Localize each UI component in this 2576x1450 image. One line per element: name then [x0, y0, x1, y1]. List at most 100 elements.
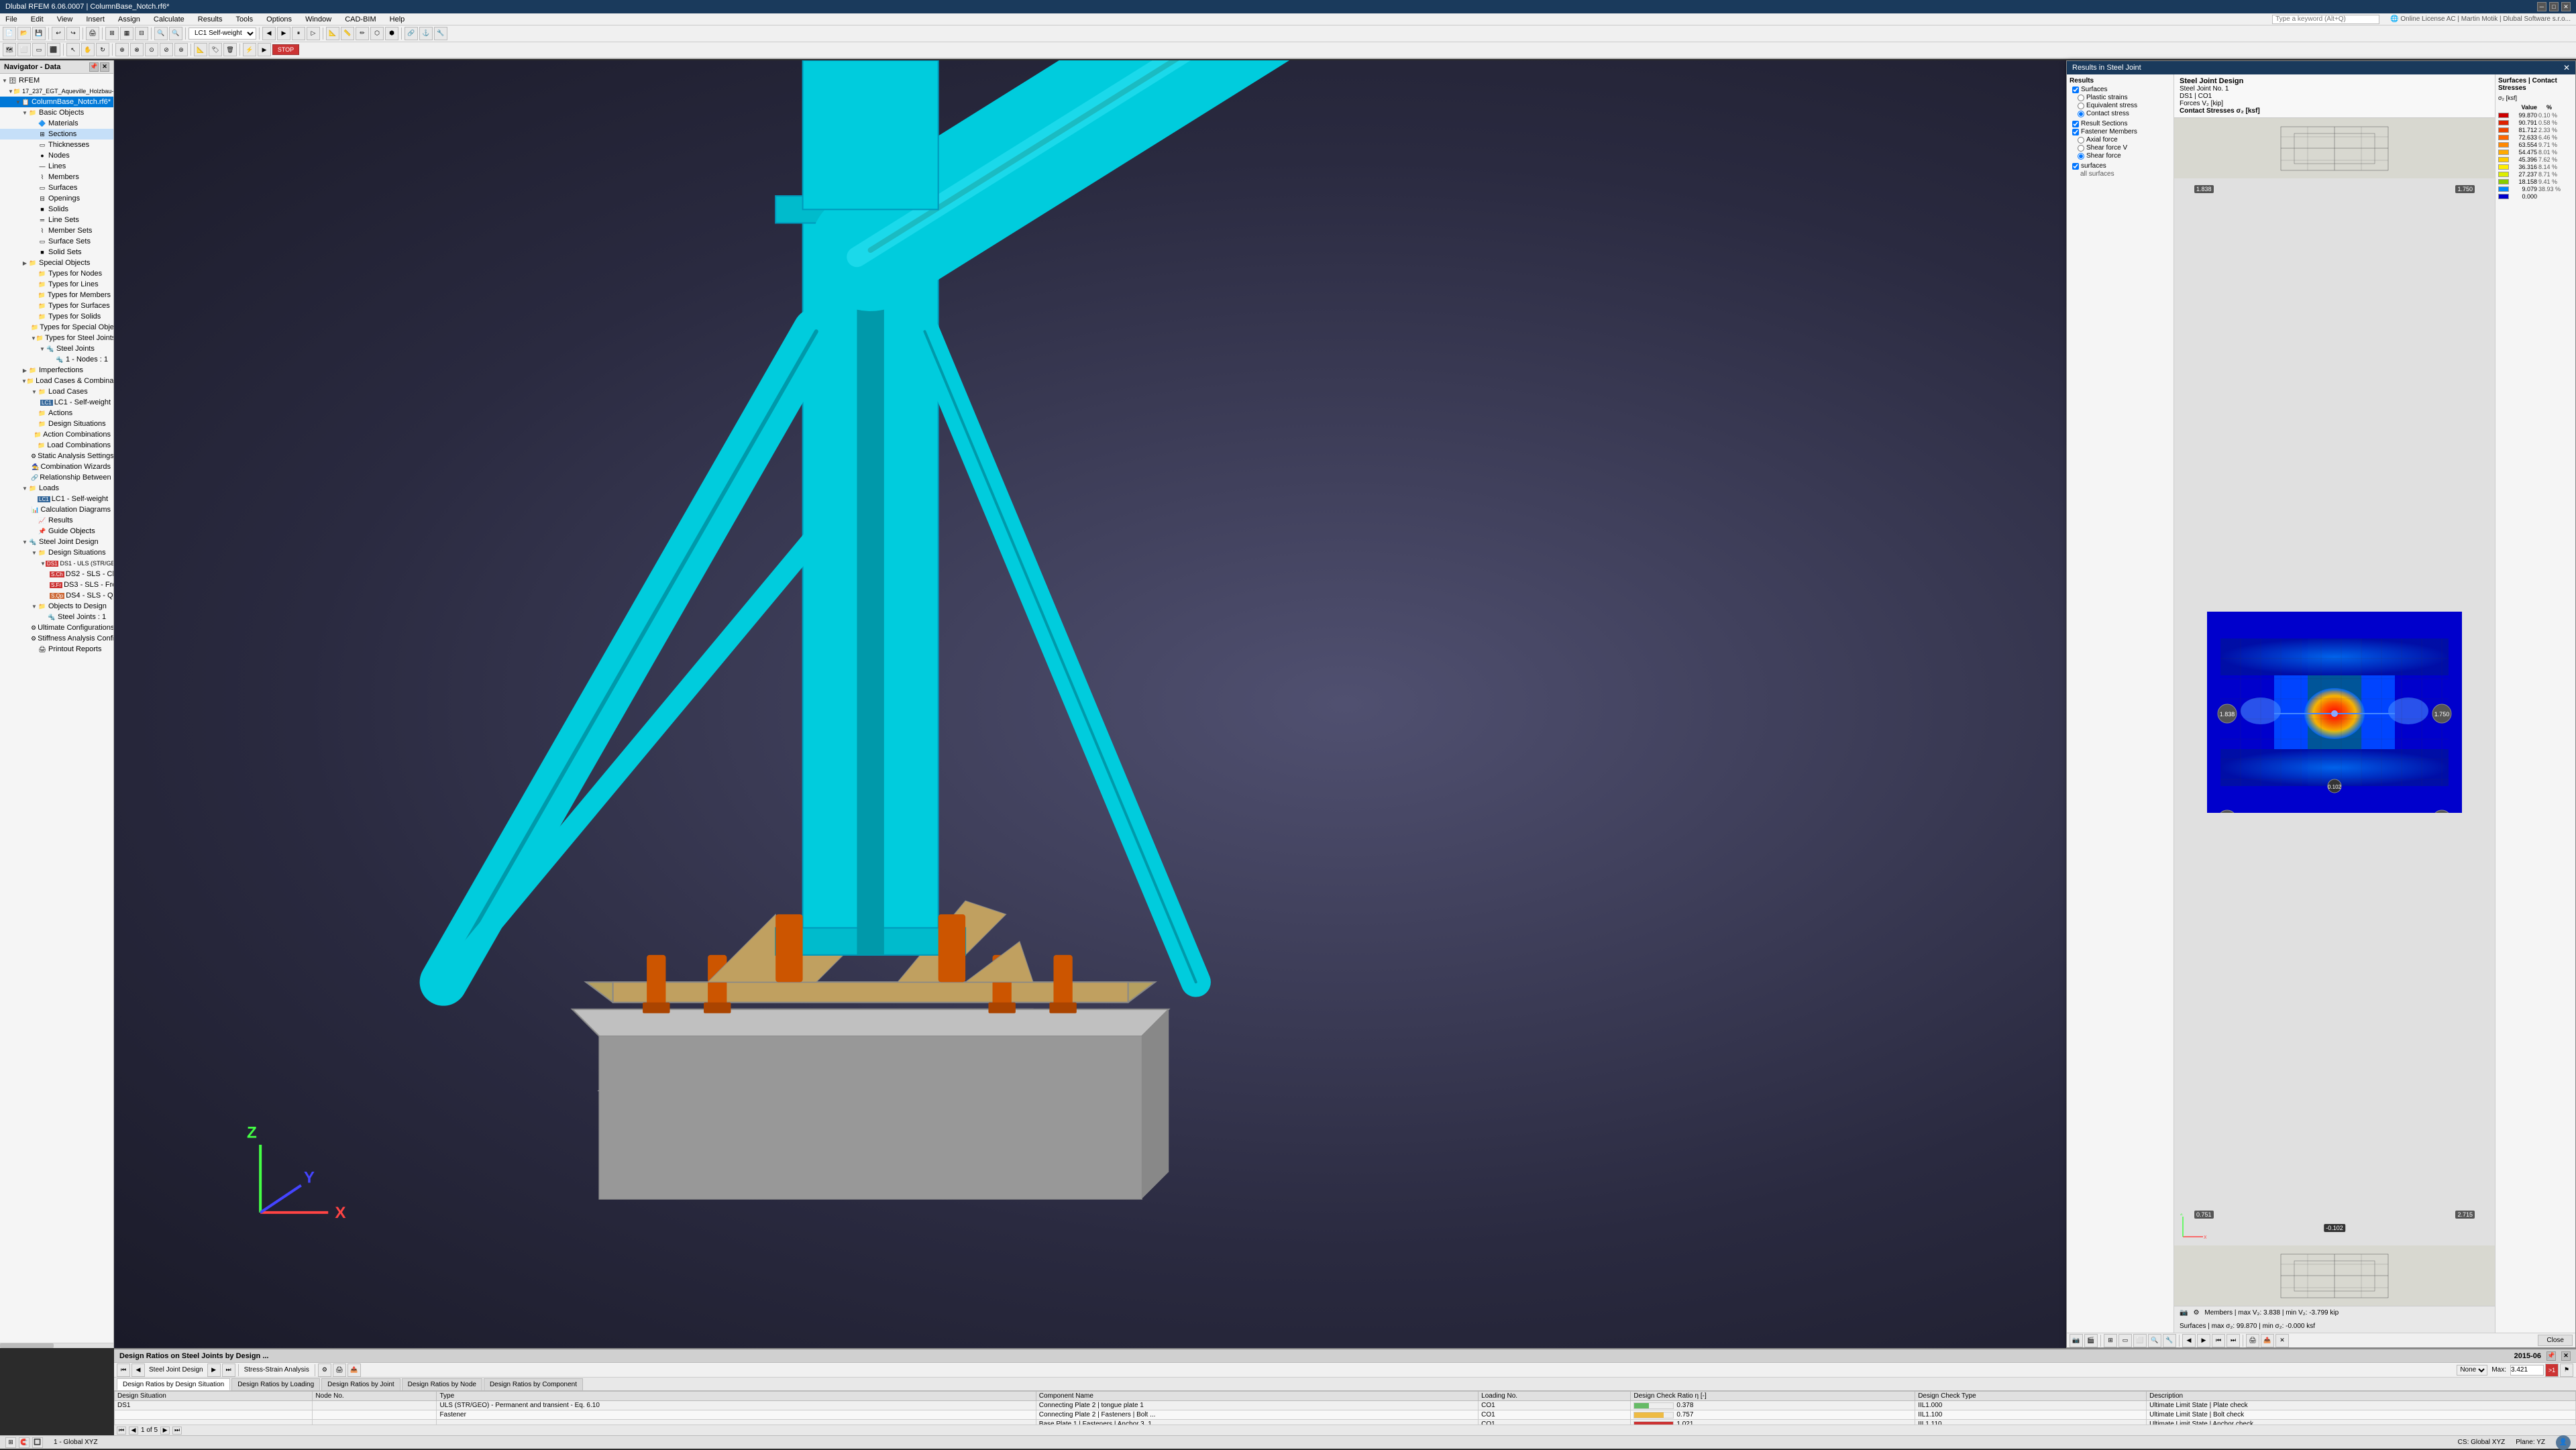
- expand-objects-design[interactable]: ▼: [31, 604, 38, 610]
- table-row[interactable]: Base Plate 1 | Fasteners | Anchor 3, 1 C…: [115, 1420, 2576, 1425]
- tree-item-membersets[interactable]: ⌇ Member Sets: [0, 225, 113, 236]
- tab-design-situation[interactable]: Design Ratios by Design Situation: [117, 1378, 230, 1390]
- tree-item-sections[interactable]: ⊞ Sections: [0, 129, 113, 140]
- tree-item-static-settings[interactable]: ⚙ Static Analysis Settings: [0, 451, 113, 461]
- result-surfaces-checkbox[interactable]: [2072, 163, 2079, 170]
- menu-edit[interactable]: Edit: [28, 15, 46, 23]
- view3d-button[interactable]: 🗺: [3, 43, 16, 56]
- tree-item-sqp[interactable]: S.Qp DS4 - SLS - Quasi permanent: [0, 590, 113, 601]
- tree-item-steel-joints-1[interactable]: 🔩 Steel Joints : 1: [0, 612, 113, 622]
- surfaces-checkbox-item[interactable]: Surfaces: [2070, 86, 2171, 93]
- max-value-input[interactable]: [2510, 1365, 2544, 1376]
- tb-btn-i[interactable]: ⬢: [385, 27, 398, 40]
- tab-joint[interactable]: Design Ratios by Joint: [321, 1378, 400, 1390]
- expand-rfem[interactable]: ▼: [1, 78, 8, 84]
- dialog-tb-2[interactable]: 🎬: [2084, 1334, 2098, 1347]
- rotate-button[interactable]: ↻: [96, 43, 109, 56]
- tree-item-nodes[interactable]: ● Nodes: [0, 150, 113, 161]
- new-button[interactable]: 📄: [3, 27, 16, 40]
- tree-item-combo-wizards[interactable]: 🧙 Combination Wizards: [0, 461, 113, 472]
- save-button[interactable]: 💾: [32, 27, 46, 40]
- tab-loading[interactable]: Design Ratios by Loading: [231, 1378, 320, 1390]
- view-btn-3[interactable]: ⊟: [135, 27, 148, 40]
- minimize-button[interactable]: ─: [2537, 2, 2546, 11]
- tree-item-load-cases[interactable]: ▼ 📁 Load Cases: [0, 386, 113, 397]
- tb-btn-b[interactable]: ▶: [277, 27, 290, 40]
- bottom-export-btn[interactable]: 📤: [347, 1363, 361, 1377]
- tree-item-types-steel[interactable]: ▼ 📁 Types for Steel Joints: [0, 333, 113, 343]
- navigator-controls[interactable]: 📌 ✕: [89, 62, 109, 72]
- expand-imperfections[interactable]: ▶: [21, 368, 28, 374]
- snap-btn-1[interactable]: ⊕: [115, 43, 129, 56]
- tree-item-results[interactable]: 📈 Results: [0, 515, 113, 526]
- camera-button[interactable]: 📷: [2180, 1309, 2188, 1317]
- tree-item-types-members[interactable]: 📁 Types for Members: [0, 290, 113, 300]
- dialog-tb-10[interactable]: ⏮: [2212, 1334, 2225, 1347]
- page-next[interactable]: ▶: [160, 1427, 170, 1435]
- shear-v-radio[interactable]: [2078, 145, 2084, 152]
- tb-btn-e[interactable]: 📐: [326, 27, 339, 40]
- result-sections-checkbox[interactable]: [2072, 121, 2079, 127]
- shear-item[interactable]: Shear force: [2070, 152, 2171, 160]
- bottom-panel-controls[interactable]: 2015-06 📌 ✕: [2514, 1351, 2571, 1361]
- axial-force-item[interactable]: Axial force: [2070, 136, 2171, 144]
- dialog-tb-close[interactable]: ✕: [2275, 1334, 2289, 1347]
- tree-item-surfacesets[interactable]: ▭ Surface Sets: [0, 236, 113, 247]
- snap-toggle[interactable]: 🧲: [19, 1437, 30, 1448]
- bottom-filter-btn[interactable]: ⚙: [318, 1363, 331, 1377]
- contact-stress-item[interactable]: Contact stress: [2070, 110, 2171, 117]
- tree-item-thicknesses[interactable]: ▭ Thicknesses: [0, 140, 113, 150]
- user-avatar[interactable]: 👤: [2556, 1435, 2571, 1450]
- filter-apply-btn[interactable]: >1: [2545, 1363, 2559, 1377]
- menu-assign[interactable]: Assign: [115, 15, 143, 23]
- menu-window[interactable]: Window: [303, 15, 334, 23]
- tree-item-load-comb2[interactable]: 📁 Load Combinations: [0, 440, 113, 451]
- select-button[interactable]: ↖: [66, 43, 80, 56]
- undo-button[interactable]: ↩: [52, 27, 65, 40]
- close-button[interactable]: Close: [2538, 1335, 2573, 1346]
- result-sections-item[interactable]: Result Sections: [2070, 120, 2171, 127]
- result-surfaces-item[interactable]: surfaces: [2070, 162, 2171, 170]
- nav-scrollbar[interactable]: [0, 1343, 113, 1348]
- table-row[interactable]: Fastener Connecting Plate 2 | Fasteners …: [115, 1410, 2576, 1420]
- menu-help[interactable]: Help: [387, 15, 408, 23]
- expand-file[interactable]: ▼: [8, 89, 13, 95]
- fastener-members-checkbox[interactable]: [2072, 129, 2079, 135]
- expand-ds1[interactable]: ▼: [40, 561, 46, 567]
- tree-item-action-comb[interactable]: 📁 Action Combinations: [0, 429, 113, 440]
- tb-btn-g[interactable]: ✏: [356, 27, 369, 40]
- redo-button[interactable]: ↪: [66, 27, 80, 40]
- dialog-tb-11[interactable]: ⏭: [2226, 1334, 2240, 1347]
- open-button[interactable]: 📂: [17, 27, 31, 40]
- tree-item-ds1[interactable]: ▼ DS1 DS1 - ULS (STR/GEO) - Permanent an…: [0, 558, 113, 569]
- plastic-strains-item[interactable]: Plastic strains: [2070, 94, 2171, 101]
- fastener-members-item[interactable]: Fastener Members: [2070, 128, 2171, 135]
- expand-steel-joint-design[interactable]: ▼: [21, 539, 28, 545]
- snap-btn-4[interactable]: ⊘: [160, 43, 173, 56]
- bottom-nav-prev[interactable]: ◀: [131, 1363, 145, 1377]
- equivalent-stress-radio[interactable]: [2078, 103, 2084, 109]
- tb-btn-k[interactable]: ⚓: [419, 27, 433, 40]
- bottom-nav-last[interactable]: ⏭: [222, 1363, 235, 1377]
- snap-btn-5[interactable]: ⊛: [174, 43, 188, 56]
- maximize-button[interactable]: □: [2549, 2, 2559, 11]
- expand-load-cases[interactable]: ▼: [31, 389, 38, 395]
- tree-item-load-cases-comb[interactable]: ▼ 📁 Load Cases & Combinations: [0, 376, 113, 386]
- tree-item-loads-lc1[interactable]: LC1 LC1 - Self-weight: [0, 494, 113, 504]
- tree-item-basic[interactable]: ▼ 📁 Basic Objects: [0, 107, 113, 118]
- tb-btn-a[interactable]: ◀: [262, 27, 276, 40]
- dialog-close-icon[interactable]: ✕: [2563, 63, 2570, 72]
- tb-btn-j[interactable]: 🔗: [405, 27, 418, 40]
- render-toggle[interactable]: 🔲: [32, 1437, 43, 1448]
- tree-item-design-situations2[interactable]: ▼ 📁 Design Situations: [0, 547, 113, 558]
- close-button[interactable]: ✕: [2561, 2, 2571, 11]
- tb-btn-h[interactable]: ⬡: [370, 27, 384, 40]
- dialog-tb-5[interactable]: ⬜: [2133, 1334, 2147, 1347]
- expand-loads[interactable]: ▼: [21, 486, 28, 492]
- menu-options[interactable]: Options: [264, 15, 294, 23]
- menu-tools[interactable]: Tools: [233, 15, 256, 23]
- tab-node[interactable]: Design Ratios by Node: [402, 1378, 482, 1390]
- snap-btn-2[interactable]: ⊗: [130, 43, 144, 56]
- expand-specialobjs[interactable]: ▶: [21, 260, 28, 266]
- bottom-panel-close[interactable]: ✕: [2561, 1351, 2571, 1361]
